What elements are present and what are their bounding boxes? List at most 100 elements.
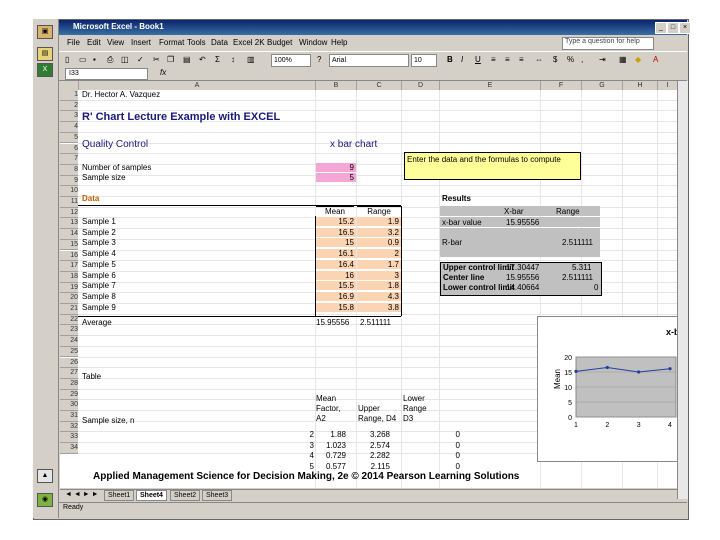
row-header[interactable]: 8 [60,164,78,176]
factor-table-cell[interactable]: 5 [284,462,314,471]
row-header[interactable]: 15 [60,239,78,251]
factor-table-cell[interactable]: 2.115 [360,462,390,471]
align-right-icon[interactable]: ≡ [519,55,524,64]
table-header-n[interactable]: Sample size, n [82,416,134,425]
cut-icon[interactable]: ✂ [153,55,160,64]
zoom-select[interactable]: 100% [271,54,311,67]
menu-tools[interactable]: Tools [187,38,206,47]
row-header[interactable]: 10 [60,186,78,197]
maximize-icon[interactable]: □ [667,22,679,34]
row-header[interactable]: 14 [60,229,78,240]
factor-table-cell[interactable]: 4 [284,451,314,460]
percent-icon[interactable]: % [567,55,574,64]
open-icon[interactable]: ▭ [79,55,87,64]
data-label[interactable]: Data [82,194,99,203]
tab-sheet1[interactable]: Sheet1 [104,490,135,501]
results-range-header[interactable]: Range [556,207,580,216]
rbar-value[interactable]: 2.511111 [562,238,593,247]
sample-label[interactable]: Sample 7 [82,281,116,290]
menu-help[interactable]: Help [331,38,347,47]
fx-icon[interactable]: fx [160,68,166,77]
factor-table-cell[interactable]: 0.577 [316,462,346,471]
factor-table-cell[interactable]: 2.282 [360,451,390,460]
sample-range[interactable]: 1.7 [357,259,401,269]
sample-range[interactable]: 3 [357,270,401,280]
num-samples-value[interactable]: 9 [316,163,356,172]
sample-label[interactable]: Sample 6 [82,271,116,280]
app-icon[interactable]: ▣ [37,25,53,39]
close-icon[interactable]: × [679,22,691,34]
sample-label[interactable]: Sample 1 [82,217,116,226]
sample-range[interactable]: 0.9 [357,238,401,248]
row-header[interactable]: 6 [60,143,78,155]
row-header[interactable]: 29 [60,389,78,401]
row-header[interactable]: 13 [60,218,78,230]
sample-range[interactable]: 1.9 [357,217,401,226]
italic-icon[interactable]: I [461,55,463,64]
factor-table-cell[interactable]: 3 [284,441,314,450]
sample-label[interactable]: Sample 5 [82,260,116,269]
sample-label[interactable]: Sample 8 [82,292,116,301]
column-header-i[interactable]: I [658,81,678,90]
print-icon[interactable]: ⎙ [107,55,113,65]
row-header[interactable]: 1 [60,90,78,101]
row-header[interactable]: 28 [60,378,78,390]
row-header[interactable]: 9 [60,175,78,187]
sample-mean[interactable]: 15.2 [316,217,356,226]
preview-icon[interactable]: ◫ [121,55,129,64]
row-header[interactable]: 33 [60,432,78,444]
column-header-b[interactable]: B [316,81,357,90]
folder-icon[interactable]: ▤ [37,47,53,61]
xbar-chart-label[interactable]: x bar chart [330,140,377,150]
row-header[interactable]: 26 [60,357,78,369]
sample-label[interactable]: Sample 4 [82,249,116,258]
column-header-d[interactable]: D [402,81,440,90]
sample-label[interactable]: Sample 3 [82,238,116,247]
table-header-d3[interactable]: Lower Range D3 [403,394,439,424]
results-xbar-header[interactable]: X-bar [504,207,524,216]
row-header[interactable]: 18 [60,271,78,283]
sample-label[interactable]: Sample 2 [82,228,116,237]
ucl-xbar[interactable]: 17.30447 [506,263,539,272]
menu-window[interactable]: Window [299,38,327,47]
menu-edit[interactable]: Edit [87,38,101,47]
font-size-select[interactable]: 10 [411,54,437,67]
row-header[interactable]: 5 [60,132,78,144]
column-header-h[interactable]: H [623,81,658,90]
average-range[interactable]: 2.511111 [360,318,391,327]
factor-table-cell[interactable]: 0 [430,451,460,460]
sample-mean[interactable]: 16.4 [316,259,356,269]
lcl-xbar[interactable]: 14.40664 [506,283,539,292]
column-header-f[interactable]: F [541,81,582,90]
row-header[interactable]: 17 [60,261,78,272]
factor-table-cell[interactable]: 3.268 [360,430,390,439]
lcl-range[interactable]: 0 [594,283,598,292]
row-header[interactable]: 12 [60,207,78,219]
factor-table-cell[interactable]: 2 [284,430,314,439]
sample-size-label[interactable]: Sample size [82,173,126,182]
sum-icon[interactable]: Σ [215,55,220,64]
minimize-icon[interactable]: _ [655,22,667,34]
table-header-a2[interactable]: Mean Factor, A2 [316,394,352,424]
ucl-range[interactable]: 5.311 [572,263,591,272]
factor-table-cell[interactable]: 2.574 [360,441,390,450]
table-header-d4[interactable]: Upper Range, D4 [358,404,400,424]
undo-icon[interactable]: ↶ [199,55,206,64]
sample-label[interactable]: Sample 9 [82,303,116,312]
menu-format[interactable]: Format [159,38,184,47]
sample-mean[interactable]: 15.8 [316,302,356,312]
sample-mean[interactable]: 16.1 [316,249,356,259]
column-header-c[interactable]: C [357,81,402,90]
vertical-scrollbar[interactable] [677,81,688,499]
row-header[interactable]: 11 [60,197,78,208]
xbar-chart[interactable]: x-b Mean 0 5 10 15 20 1 2 3 4 [537,316,680,462]
font-select[interactable]: Arial [329,54,409,67]
chart-icon[interactable]: ▥ [247,55,255,64]
row-header[interactable]: 32 [60,421,78,433]
row-header[interactable]: 7 [60,154,78,165]
align-center-icon[interactable]: ≡ [505,55,510,64]
num-samples-label[interactable]: Number of samples [82,163,151,172]
menu-excel2k[interactable]: Excel 2K [233,38,265,47]
sample-range[interactable]: 1.8 [357,281,401,291]
tab-sheet3[interactable]: Sheet3 [202,490,233,501]
